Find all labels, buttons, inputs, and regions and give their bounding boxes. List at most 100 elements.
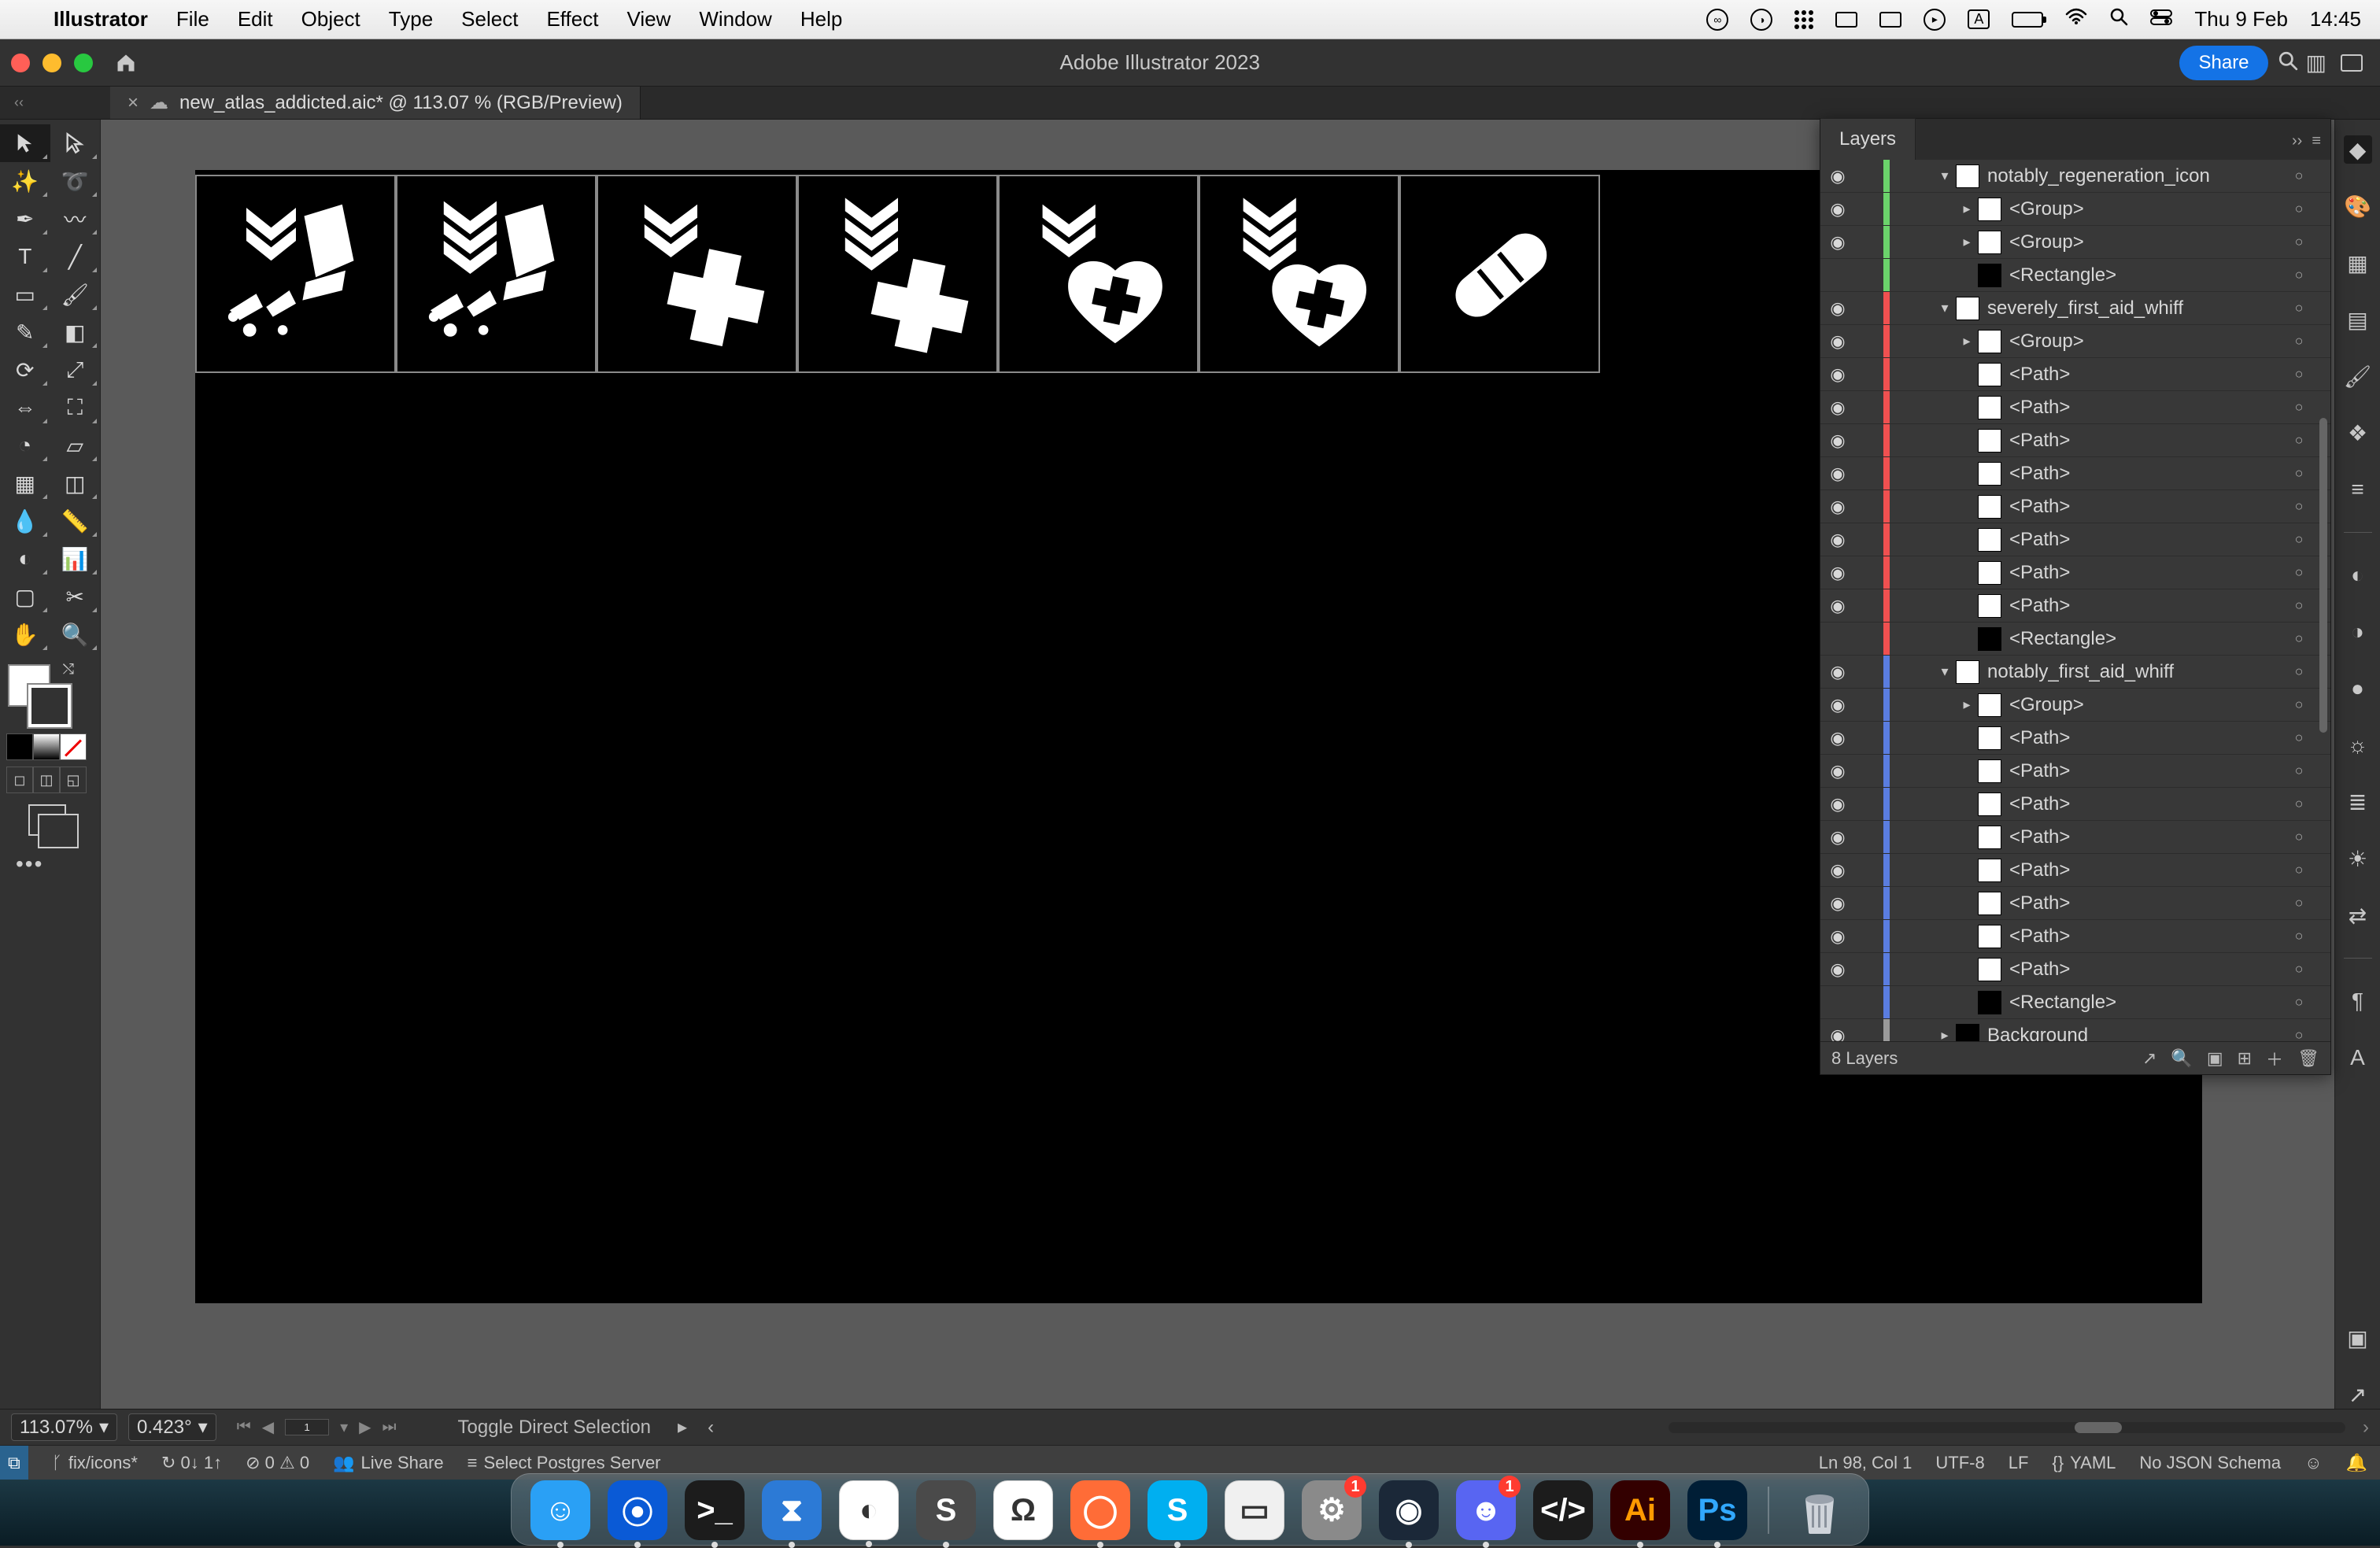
layer-row[interactable]: <Rectangle>○ [1820,259,2330,292]
layer-row[interactable]: ◉<Path>○ [1820,887,2330,920]
layer-row[interactable]: ◉<Path>○ [1820,755,2330,788]
color-gradient[interactable] [33,733,60,760]
layer-name[interactable]: <Rectangle> [2009,992,2283,1014]
layer-search-icon[interactable]: 🔍 [2171,1048,2192,1069]
rectangle-tool[interactable]: ▭ [0,275,50,313]
artboard-number-input[interactable] [285,1419,329,1435]
target-icon[interactable]: ○ [2283,399,2315,416]
layer-name[interactable]: <Path> [2009,959,2283,981]
target-icon[interactable]: ○ [2283,630,2315,647]
menu-type[interactable]: Type [389,7,433,31]
layer-name[interactable]: <Path> [2009,364,2283,386]
layer-row[interactable]: ◉<Path>○ [1820,788,2330,821]
visibility-toggle-icon[interactable]: ◉ [1820,397,1855,418]
nav-prev-icon[interactable]: ◀ [259,1417,277,1437]
disclosure-triangle-icon[interactable]: ▸ [1956,201,1978,217]
layer-row[interactable]: ◉<Path>○ [1820,391,2330,424]
layer-row[interactable]: <Rectangle>○ [1820,986,2330,1019]
paragraph-panel-icon[interactable]: ¶ [2344,987,2372,1015]
layer-row[interactable]: ◉<Path>○ [1820,953,2330,986]
h-scrollbar-thumb[interactable] [2075,1422,2122,1433]
battery-icon[interactable] [2012,12,2043,28]
layer-thumbnail[interactable] [1978,925,2001,948]
visibility-toggle-icon[interactable]: ◉ [1820,232,1855,253]
layers-panel-icon[interactable]: ≣ [2344,788,2372,816]
layer-name[interactable]: <Group> [2009,694,2283,716]
target-icon[interactable]: ○ [2283,300,2315,316]
free-transform-tool[interactable]: ⛶ [50,389,101,427]
horizontal-scrollbar[interactable] [1669,1422,2345,1433]
blend-tool[interactable]: ◐ [0,540,50,578]
eol[interactable]: LF [2009,1453,2029,1473]
cursor-position[interactable]: Ln 98, Col 1 [1819,1453,1913,1473]
brushes-panel-icon[interactable]: 🖌 [2344,362,2372,390]
swap-fill-stroke-icon[interactable]: ⤭ [63,661,74,678]
chevron-down-icon[interactable]: ▾ [337,1417,351,1437]
mesh-tool[interactable]: ▦ [0,464,50,502]
status-play-icon[interactable]: ▸ [678,1416,687,1439]
display-icon[interactable] [1835,12,1857,28]
layer-thumbnail[interactable] [1978,693,2001,717]
layer-name[interactable]: <Path> [2009,463,2283,485]
visibility-toggle-icon[interactable]: ◉ [1820,497,1855,517]
layer-locate-icon[interactable]: ↗ [2142,1048,2156,1069]
layer-thumbnail[interactable] [1978,231,2001,254]
menu-file[interactable]: File [176,7,209,31]
layer-name[interactable]: <Rectangle> [2009,264,2283,286]
control-center-icon[interactable] [2150,9,2172,31]
play-icon[interactable]: ▸ [1924,9,1946,31]
stroke-swatch[interactable] [28,685,71,727]
layer-thumbnail[interactable] [1956,1024,1979,1042]
dock-app-vscode[interactable]: ⧗ [762,1480,822,1540]
measure-tool[interactable]: 📏 [50,502,101,540]
menubar-app-name[interactable]: Illustrator [54,7,148,31]
panel-collapse-icon[interactable]: ›› [2292,132,2302,150]
layer-thumbnail[interactable] [1978,991,2001,1014]
target-icon[interactable]: ○ [2283,432,2315,449]
search-document-icon[interactable] [2278,50,2298,75]
dock-app-discord[interactable]: ☻1 [1456,1480,1516,1540]
layer-row[interactable]: ◉▸<Group>○ [1820,226,2330,259]
input-source-icon[interactable]: A [1968,9,1990,29]
dock-app-keynote[interactable]: ▭ [1225,1480,1284,1540]
layer-row[interactable]: ◉▸Background○ [1820,1019,2330,1041]
target-icon[interactable]: ○ [2283,928,2315,944]
layer-thumbnail[interactable] [1978,958,2001,981]
target-icon[interactable]: ○ [2283,234,2315,250]
nav-first-icon[interactable]: ⏮ [234,1418,254,1436]
draw-normal[interactable]: ◻ [6,767,33,793]
dock-app-steam[interactable]: ◉ [1379,1480,1439,1540]
disclosure-triangle-icon[interactable]: ▾ [1934,300,1956,316]
menu-object[interactable]: Object [301,7,360,31]
problems-counter[interactable]: ⊘ 0 ⚠ 0 [246,1453,309,1473]
dock-app-postman[interactable]: ◯ [1070,1480,1130,1540]
visibility-toggle-icon[interactable]: ◉ [1820,860,1855,881]
layer-thumbnail[interactable] [1956,297,1979,320]
artwork-cell-3[interactable] [597,175,797,373]
target-icon[interactable]: ○ [2283,730,2315,746]
layer-thumbnail[interactable] [1978,859,2001,882]
target-icon[interactable]: ○ [2283,465,2315,482]
shape-builder-tool[interactable]: ◔ [0,427,50,464]
layer-thumbnail[interactable] [1956,660,1979,684]
target-icon[interactable]: ○ [2283,862,2315,878]
zoom-tool[interactable]: 🔍 [50,615,101,653]
dock-app-illustrator[interactable]: Ai [1610,1480,1670,1540]
json-schema[interactable]: No JSON Schema [2139,1453,2281,1473]
layer-thumbnail[interactable] [1978,462,2001,486]
layer-thumbnail[interactable] [1978,198,2001,221]
layer-row[interactable]: ◉<Path>○ [1820,821,2330,854]
layer-thumbnail[interactable] [1978,528,2001,552]
search-icon[interactable] [2109,7,2128,31]
layer-thumbnail[interactable] [1978,627,2001,651]
artwork-cell-5[interactable] [998,175,1199,373]
visibility-toggle-icon[interactable]: ◉ [1820,166,1855,187]
layer-name[interactable]: <Path> [2009,727,2283,749]
visibility-toggle-icon[interactable]: ◉ [1820,298,1855,319]
visibility-toggle-icon[interactable]: ◉ [1820,662,1855,682]
target-icon[interactable]: ○ [2283,895,2315,911]
visibility-toggle-icon[interactable]: ◉ [1820,761,1855,781]
status-collapse-icon[interactable]: ‹ [708,1417,714,1439]
dock-app-sourcetree[interactable]: ⦿ [608,1480,667,1540]
window-fullscreen[interactable] [74,54,93,72]
